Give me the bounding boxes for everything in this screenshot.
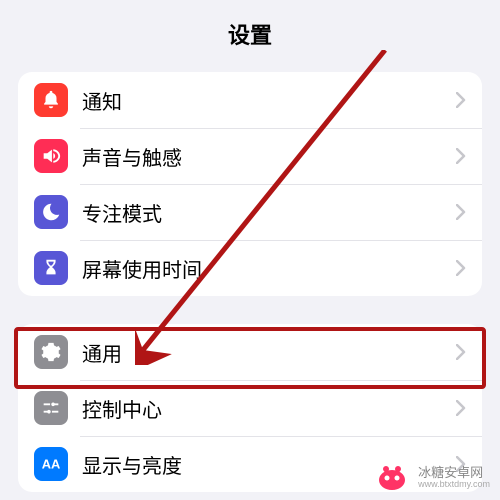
svg-text:AA: AA <box>42 457 61 472</box>
moon-icon <box>34 195 68 229</box>
row-sounds[interactable]: 声音与触感 <box>18 128 482 184</box>
row-screentime[interactable]: 屏幕使用时间 <box>18 240 482 296</box>
header: 设置 <box>0 0 500 72</box>
sliders-icon <box>34 391 68 425</box>
row-focus[interactable]: 专注模式 <box>18 184 482 240</box>
row-display[interactable]: AA 显示与亮度 <box>18 436 482 492</box>
settings-group-2: 通用 控制中心 AA 显示与亮度 <box>18 324 482 492</box>
speaker-icon <box>34 139 68 173</box>
row-label: 显示与亮度 <box>82 450 456 479</box>
page-title: 设置 <box>0 18 500 50</box>
gear-icon <box>34 335 68 369</box>
row-notifications[interactable]: 通知 <box>18 72 482 128</box>
row-label: 通用 <box>82 338 456 367</box>
settings-group-1: 通知 声音与触感 专注模式 屏幕使用时间 <box>18 72 482 296</box>
aa-icon: AA <box>34 447 68 481</box>
row-label: 屏幕使用时间 <box>82 254 456 283</box>
bell-icon <box>34 83 68 117</box>
chevron-right-icon <box>456 260 466 276</box>
row-control-center[interactable]: 控制中心 <box>18 380 482 436</box>
chevron-right-icon <box>456 400 466 416</box>
chevron-right-icon <box>456 148 466 164</box>
chevron-right-icon <box>456 92 466 108</box>
row-label: 声音与触感 <box>82 142 456 171</box>
row-label: 专注模式 <box>82 198 456 227</box>
chevron-right-icon <box>456 344 466 360</box>
row-label: 控制中心 <box>82 394 456 423</box>
row-label: 通知 <box>82 86 456 115</box>
chevron-right-icon <box>456 456 466 472</box>
chevron-right-icon <box>456 204 466 220</box>
row-general[interactable]: 通用 <box>18 324 482 380</box>
hourglass-icon <box>34 251 68 285</box>
